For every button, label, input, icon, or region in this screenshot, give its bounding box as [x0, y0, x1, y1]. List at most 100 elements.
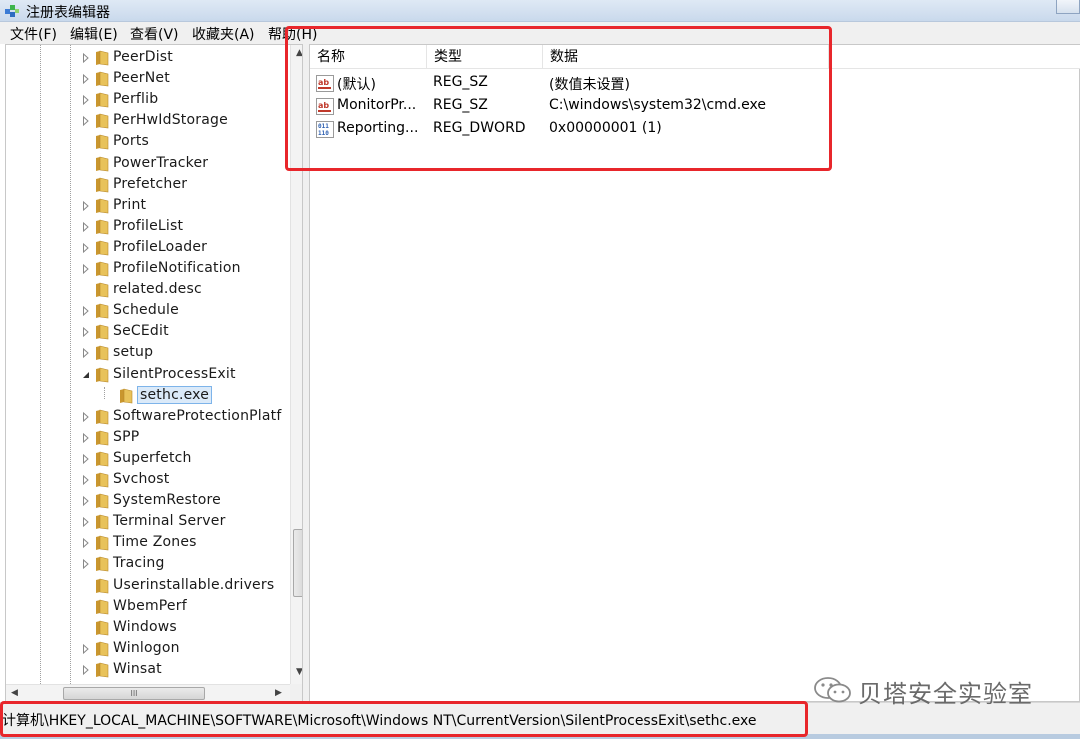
- tree-item[interactable]: Prefetcher: [6, 175, 286, 196]
- tree-item-label: setup: [113, 344, 154, 361]
- tree-item[interactable]: Schedule: [6, 301, 286, 322]
- expand-arrow-icon[interactable]: [82, 453, 90, 465]
- menu-view[interactable]: 查看(V): [130, 24, 179, 44]
- value-row[interactable]: 011 110 Reporting... REG_DWORD 0x0000000…: [310, 118, 830, 141]
- tree-item[interactable]: ProfileNotification: [6, 259, 286, 280]
- collapse-arrow-icon[interactable]: [82, 369, 90, 381]
- expand-arrow-icon[interactable]: [82, 643, 90, 655]
- registry-value-list[interactable]: 名称 类型 数据 ab (默认) REG_SZ (数值未设置) ab Monit…: [309, 44, 1080, 702]
- tree-item[interactable]: ProfileLoader: [6, 238, 286, 259]
- tree-item[interactable]: Print: [6, 196, 286, 217]
- expand-arrow-icon[interactable]: [82, 516, 90, 528]
- tree-item[interactable]: PowerTracker: [6, 154, 286, 175]
- value-data: C:\windows\system32\cmd.exe: [549, 97, 766, 113]
- tree-item[interactable]: Superfetch: [6, 449, 286, 470]
- tree-item[interactable]: PeerNet: [6, 69, 286, 90]
- string-value-icon: ab: [316, 98, 334, 115]
- tree-item-label: WbemPerf: [113, 597, 187, 614]
- menu-edit[interactable]: 编辑(E): [70, 24, 118, 44]
- scroll-left-arrow-icon[interactable]: ◀: [6, 685, 23, 701]
- folder-icon: [94, 324, 110, 340]
- svg-text:ab: ab: [318, 101, 329, 110]
- folder-icon: [94, 430, 110, 446]
- tree-item[interactable]: SPP: [6, 428, 286, 449]
- string-value-icon: ab: [316, 75, 334, 92]
- tree-item-label: Prefetcher: [113, 175, 188, 192]
- menu-favorites[interactable]: 收藏夹(A): [192, 24, 255, 44]
- value-name: MonitorPr...: [337, 97, 417, 113]
- tree-item[interactable]: sethc.exe: [6, 385, 286, 407]
- tree-item[interactable]: SeCEdit: [6, 322, 286, 343]
- window-bottom-border: [0, 734, 1080, 739]
- tree-item[interactable]: Ports: [6, 132, 286, 153]
- tree-item[interactable]: Winlogon: [6, 639, 286, 660]
- expand-arrow-icon[interactable]: [82, 474, 90, 486]
- scroll-up-arrow-icon[interactable]: ▲: [291, 45, 302, 62]
- expand-arrow-icon[interactable]: [82, 664, 90, 676]
- expand-arrow-icon[interactable]: [82, 94, 90, 106]
- tree-vertical-scrollbar[interactable]: ▲ ▼: [290, 45, 302, 684]
- folder-icon: [94, 367, 110, 383]
- expand-arrow-icon[interactable]: [82, 200, 90, 212]
- expand-arrow-icon[interactable]: [82, 558, 90, 570]
- tree-item-label: Superfetch: [113, 449, 192, 466]
- expand-arrow-icon[interactable]: [82, 411, 90, 423]
- tree-item-label: Time Zones: [113, 534, 197, 551]
- tree-item[interactable]: SilentProcessExit: [6, 365, 286, 386]
- value-row[interactable]: ab MonitorPr... REG_SZ C:\windows\system…: [310, 95, 830, 118]
- value-row[interactable]: ab (默认) REG_SZ (数值未设置): [310, 72, 830, 95]
- expand-arrow-icon[interactable]: [82, 263, 90, 275]
- menu-help[interactable]: 帮助(H): [268, 24, 317, 44]
- scroll-thumb[interactable]: [293, 529, 302, 597]
- tree-item-label: SystemRestore: [113, 492, 221, 509]
- tree-item[interactable]: setup: [6, 343, 286, 364]
- tree-item[interactable]: SystemRestore: [6, 491, 286, 512]
- tree-item[interactable]: Svchost: [6, 470, 286, 491]
- expand-arrow-icon[interactable]: [82, 305, 90, 317]
- folder-icon: [94, 303, 110, 319]
- tree-item[interactable]: Winsat: [6, 660, 286, 681]
- expand-arrow-icon[interactable]: [82, 432, 90, 444]
- tree-item[interactable]: ProfileList: [6, 217, 286, 238]
- tree-item[interactable]: PerHwIdStorage: [6, 111, 286, 132]
- registry-key-tree[interactable]: PeerDist PeerNet Perflib PerHwIdStorage Port…: [5, 44, 303, 702]
- expand-arrow-icon[interactable]: [82, 347, 90, 359]
- folder-icon: [94, 156, 110, 172]
- tree-item-label: Windows: [113, 618, 177, 635]
- value-type: REG_SZ: [433, 97, 488, 113]
- tree-item-label: Print: [113, 196, 147, 213]
- tree-item[interactable]: WbemPerf: [6, 597, 286, 618]
- expand-arrow-icon[interactable]: [82, 495, 90, 507]
- expand-arrow-icon[interactable]: [82, 115, 90, 127]
- folder-icon: [94, 662, 110, 678]
- tree-item[interactable]: Perflib: [6, 90, 286, 111]
- menu-file[interactable]: 文件(F): [10, 24, 57, 44]
- expand-arrow-icon[interactable]: [82, 242, 90, 254]
- column-header-type[interactable]: 类型: [427, 45, 543, 69]
- scroll-down-arrow-icon[interactable]: ▼: [291, 664, 302, 681]
- tree-horizontal-scrollbar[interactable]: ◀ III ▶: [6, 684, 290, 701]
- value-name: Reporting...: [337, 120, 419, 136]
- scroll-right-arrow-icon[interactable]: ▶: [270, 685, 287, 701]
- watermark-text: 贝塔安全实验室: [858, 680, 1033, 708]
- tree-item[interactable]: SoftwareProtectionPlatf: [6, 407, 286, 428]
- scroll-thumb[interactable]: III: [63, 687, 205, 700]
- window-control-button[interactable]: [1056, 0, 1080, 14]
- expand-arrow-icon[interactable]: [82, 221, 90, 233]
- expand-arrow-icon[interactable]: [82, 73, 90, 85]
- folder-icon: [94, 282, 110, 298]
- expand-arrow-icon[interactable]: [82, 537, 90, 549]
- column-header-name[interactable]: 名称: [310, 45, 427, 69]
- folder-icon: [94, 50, 110, 66]
- tree-item[interactable]: related.desc: [6, 280, 286, 301]
- expand-arrow-icon[interactable]: [82, 52, 90, 64]
- tree-item[interactable]: Time Zones: [6, 533, 286, 554]
- tree-item[interactable]: Windows: [6, 618, 286, 639]
- folder-icon: [94, 219, 110, 235]
- expand-arrow-icon[interactable]: [82, 326, 90, 338]
- tree-item[interactable]: Userinstallable.drivers: [6, 576, 286, 597]
- column-header-data[interactable]: 数据: [543, 45, 829, 69]
- tree-item[interactable]: PeerDist: [6, 48, 286, 69]
- tree-item[interactable]: Tracing: [6, 554, 286, 575]
- tree-item[interactable]: Terminal Server: [6, 512, 286, 533]
